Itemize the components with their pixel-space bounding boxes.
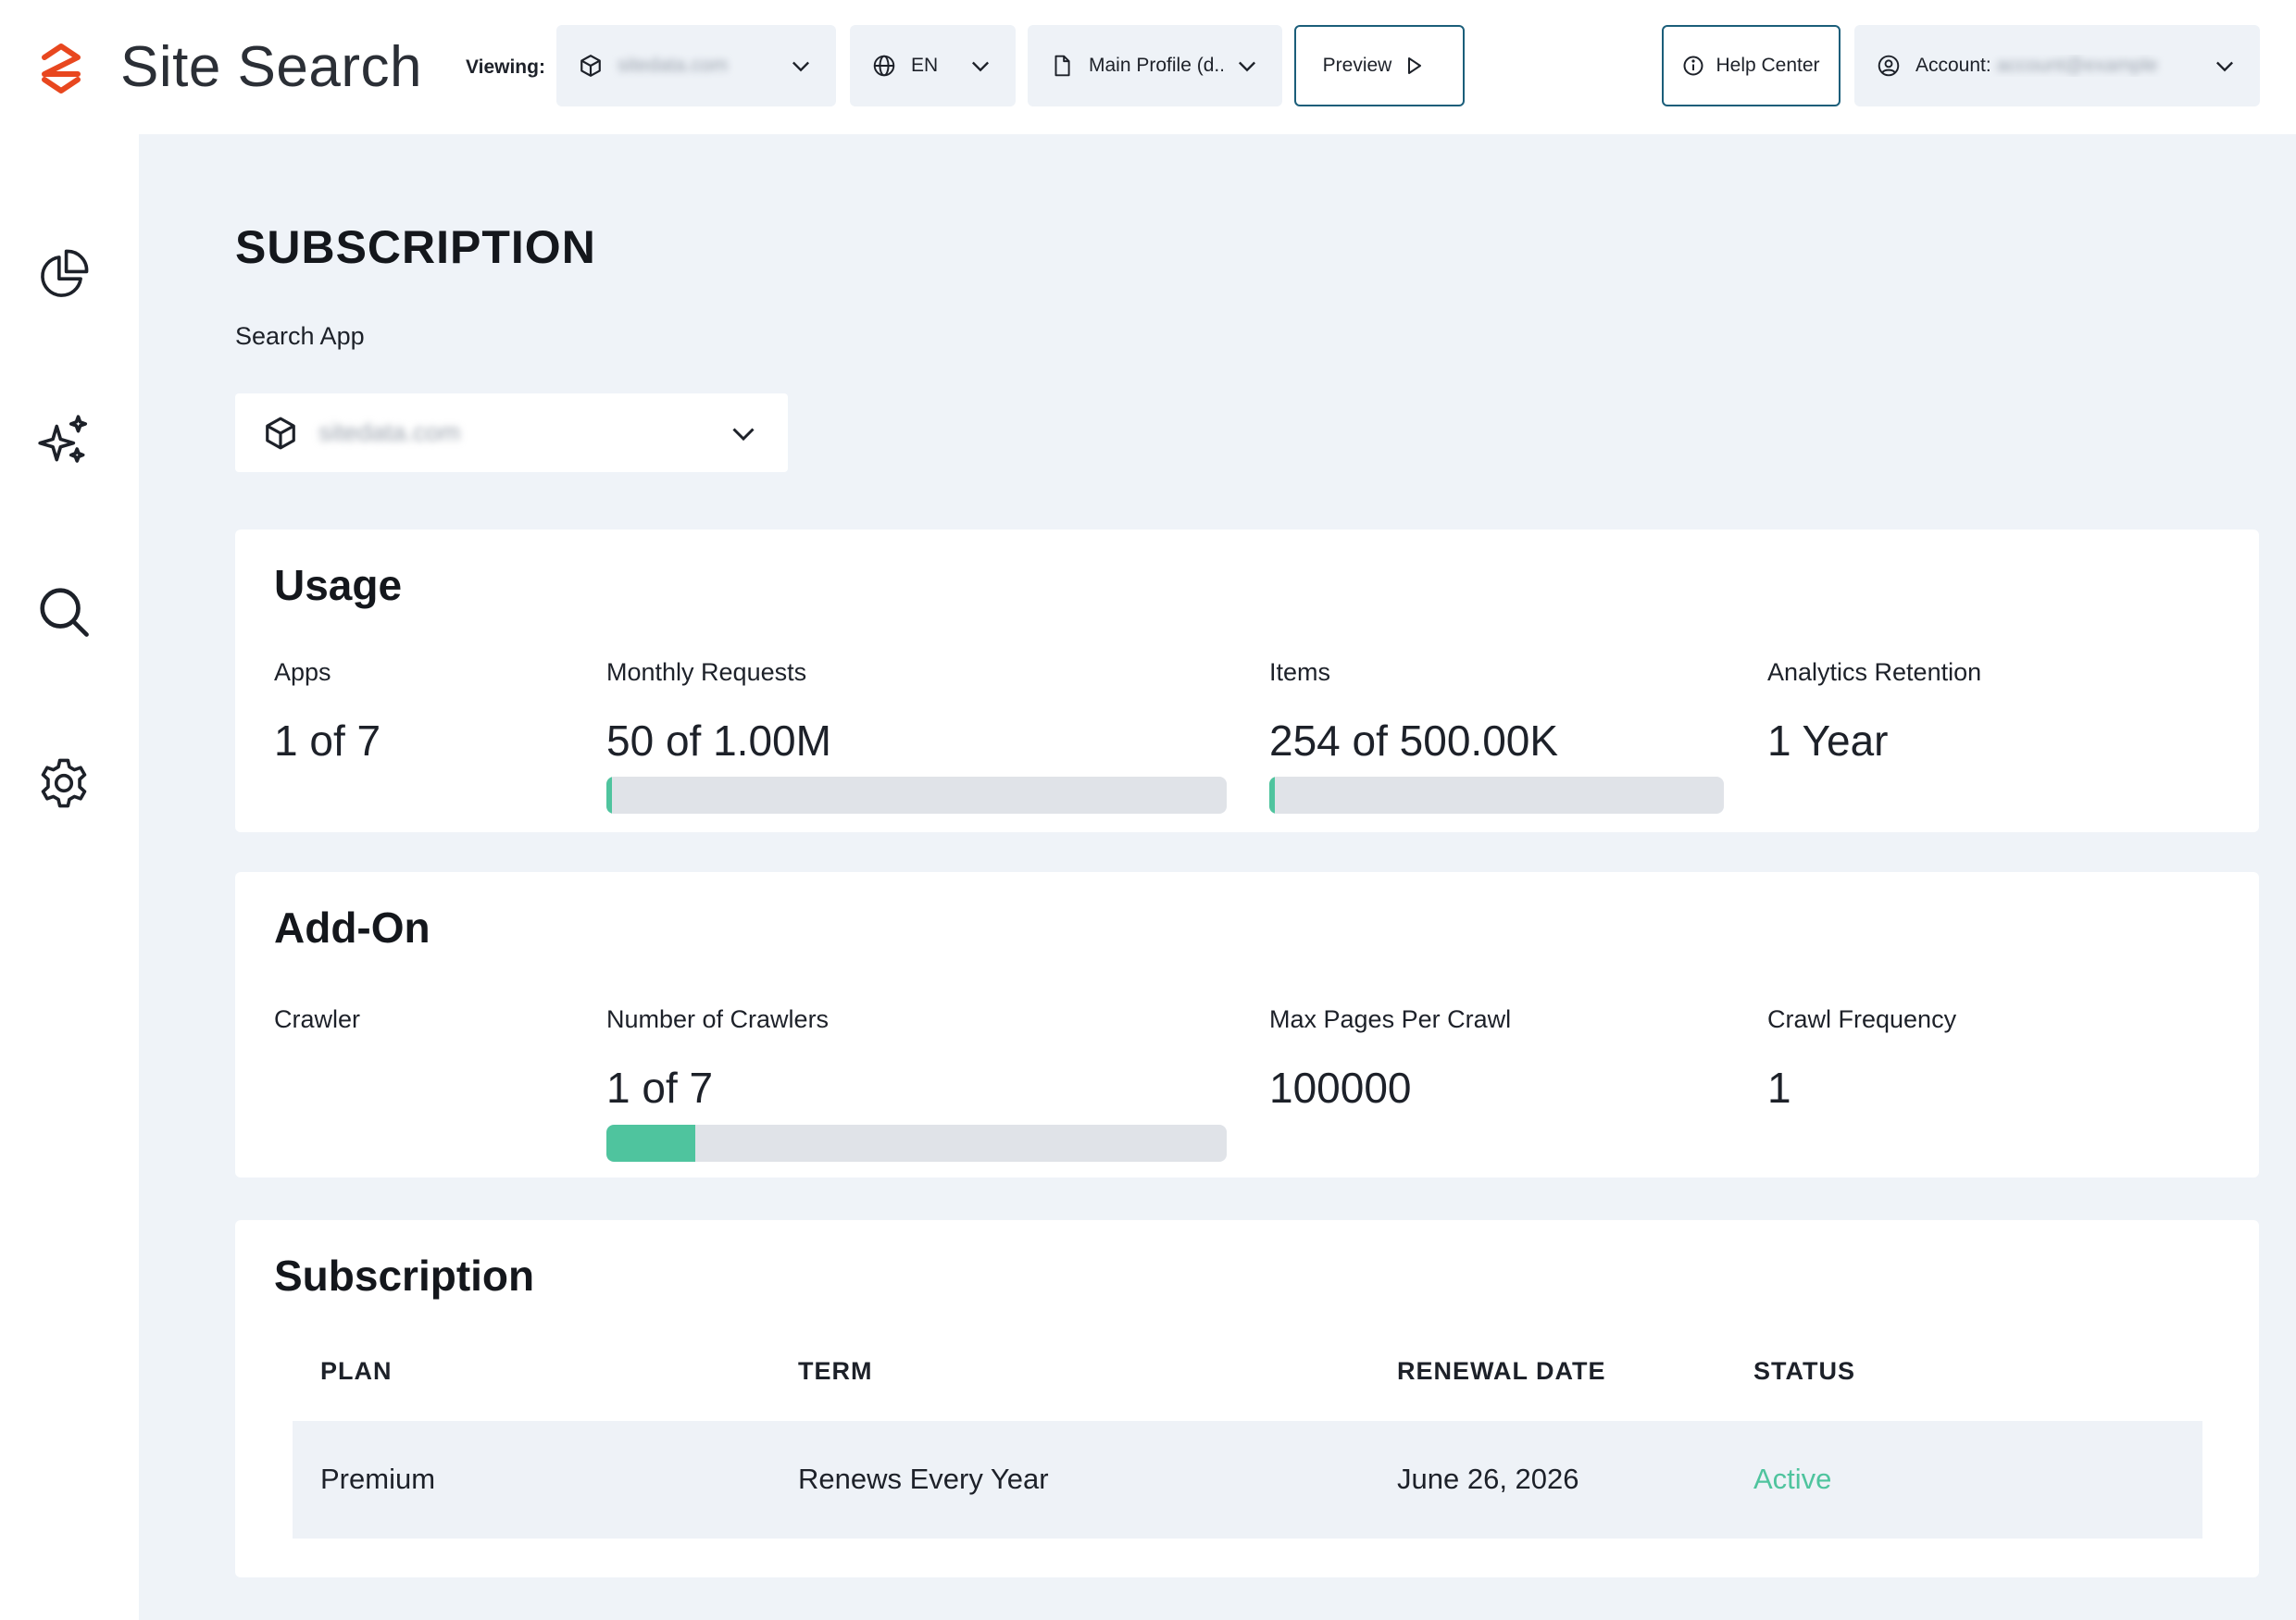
term-cell: Renews Every Year [798,1463,1049,1495]
preview-button-label: Preview [1322,55,1392,76]
sparkles-icon[interactable] [35,412,93,469]
status-badge: Active [1753,1463,1832,1495]
plan-cell: Premium [320,1463,436,1495]
renewal-date-cell: June 26, 2026 [1397,1463,1579,1495]
addon-card: Add-On Crawler Number of Crawlers 1 of 7… [235,872,2259,1178]
cube-icon [580,55,601,77]
preview-button[interactable]: Preview [1294,25,1465,106]
app-switcher-value: sitedata.com [618,55,729,76]
analytics-retention-value: 1 Year [1767,717,1889,765]
addon-title: Add-On [274,903,430,952]
column-header-status: STATUS [1753,1357,1855,1385]
chevron-down-icon [732,427,755,441]
apps-label: Apps [274,658,331,686]
profile-value: Main Profile (d... [1089,55,1223,76]
app-switcher-dropdown[interactable]: sitedata.com [556,25,836,106]
crawl-frequency-value: 1 [1767,1064,1791,1112]
apps-value: 1 of 7 [274,717,381,765]
language-value: EN [911,55,939,76]
crawlers-progress-bar [606,1125,1227,1162]
top-bar: Site Search Viewing: sitedata.com EN Mai… [0,0,2296,134]
crawler-label: Crawler [274,1005,361,1033]
account-dropdown[interactable]: Account: account@example [1854,25,2260,106]
monthly-requests-progress-fill [606,777,612,814]
search-app-value: sitedata.com [318,418,461,446]
cube-icon [266,417,295,449]
subscription-title: Subscription [274,1252,535,1300]
globe-icon [873,55,895,77]
search-app-label: Search App [235,322,365,350]
chevron-down-icon [792,61,809,72]
items-progress-bar [1269,777,1724,814]
viewing-label: Viewing: [466,56,545,78]
items-progress-fill [1269,777,1275,814]
max-pages-per-crawl-value: 100000 [1269,1064,1412,1112]
page-title: SUBSCRIPTION [235,221,596,273]
crawlers-progress-fill [606,1125,695,1162]
account-value: account@example [1996,55,2158,76]
column-header-term: TERM [798,1357,873,1385]
items-value: 254 of 500.00K [1269,717,1559,765]
crawl-frequency-label: Crawl Frequency [1767,1005,1957,1033]
table-row: Premium Renews Every Year June 26, 2026 … [293,1421,2202,1539]
play-icon [1408,57,1422,74]
brand-title[interactable]: Site Search [120,33,422,102]
main-content: SUBSCRIPTION Search App sitedata.com Usa… [139,134,2296,1620]
gear-icon[interactable] [35,754,93,812]
account-label-group: Account: account@example [1915,55,2201,77]
account-label: Account: [1915,55,1991,76]
chevron-down-icon [972,61,989,72]
info-circle-icon [1683,56,1703,76]
column-header-plan: PLAN [320,1357,393,1385]
analytics-retention-label: Analytics Retention [1767,658,1982,686]
site-search-logo-icon[interactable] [35,39,87,96]
profile-dropdown[interactable]: Main Profile (d... [1028,25,1282,106]
help-center-label: Help Center [1716,55,1820,76]
user-circle-icon [1878,55,1900,77]
usage-title: Usage [274,561,403,609]
search-app-dropdown[interactable]: sitedata.com [235,393,788,472]
language-dropdown[interactable]: EN [850,25,1016,106]
chevron-down-icon [1239,61,1255,72]
sidebar [0,134,139,1620]
document-icon [1054,55,1070,77]
number-of-crawlers-value: 1 of 7 [606,1064,714,1112]
usage-card: Usage Apps 1 of 7 Monthly Requests 50 of… [235,530,2259,832]
subscription-card: Subscription PLAN TERM RENEWAL DATE STAT… [235,1220,2259,1577]
number-of-crawlers-label: Number of Crawlers [606,1005,830,1033]
monthly-requests-progress-bar [606,777,1227,814]
search-icon[interactable] [35,583,93,641]
max-pages-per-crawl-label: Max Pages Per Crawl [1269,1005,1512,1033]
chevron-down-icon [2216,61,2233,72]
column-header-renewal-date: RENEWAL DATE [1397,1357,1606,1385]
monthly-requests-value: 50 of 1.00M [606,717,831,765]
help-center-button[interactable]: Help Center [1662,25,1841,106]
monthly-requests-label: Monthly Requests [606,658,807,686]
items-label: Items [1269,658,1331,686]
pie-chart-icon[interactable] [35,245,93,303]
